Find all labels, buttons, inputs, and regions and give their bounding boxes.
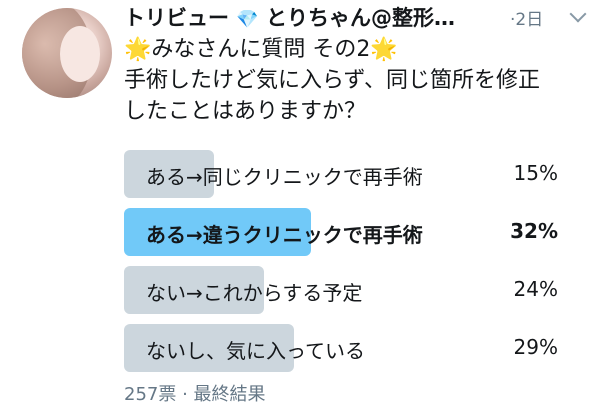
avatar-face (60, 26, 100, 82)
poll-option: ない→これからする予定 24% (124, 266, 574, 314)
poll-option-percent: 15% (513, 161, 558, 185)
poll-option-percent: 32% (510, 219, 558, 243)
tweet-header: トリビュー 💎 とりちゃん@整形… ·2日 (124, 2, 587, 32)
name-suffix: とりちゃん@整形… (266, 6, 456, 30)
gem-icon: 💎 (236, 9, 259, 30)
poll-meta: 257票 · 最終結果 (124, 384, 266, 405)
poll-option-label: ある→違うクリニックで再手術 (146, 223, 423, 247)
poll-option-label: ある→同じクリニックで再手術 (146, 165, 423, 189)
poll-option-percent: 29% (513, 335, 558, 359)
tweet-text: 🌟みなさんに質問 その2🌟 手術したけど気に入らず、同じ箇所を修正 したことはあ… (124, 34, 594, 127)
star-icon: 🌟 (370, 37, 398, 62)
poll-option-percent: 24% (513, 277, 558, 301)
poll-option: ないし、気に入っている 29% (124, 324, 574, 372)
question-line-1: 手術したけど気に入らず、同じ箇所を修正 (124, 68, 541, 93)
avatar[interactable] (22, 8, 112, 98)
question-line-2: したことはありますか？ (124, 99, 367, 124)
poll-option-label: ないし、気に入っている (146, 339, 365, 363)
name-prefix: トリビュー (124, 6, 229, 30)
star-icon: 🌟 (124, 37, 152, 62)
display-name[interactable]: トリビュー 💎 とりちゃん@整形… (124, 2, 510, 32)
poll: ある→同じクリニックで再手術 15% ある→違うクリニックで再手術 32% ない… (124, 150, 574, 382)
poll-option-label: ない→これからする予定 (146, 281, 363, 305)
chevron-down-icon[interactable] (569, 5, 587, 23)
question-title: みなさんに質問 その2 (151, 37, 371, 62)
poll-option: ある→違うクリニックで再手術 32% (124, 208, 574, 256)
poll-option: ある→同じクリニックで再手術 15% (124, 150, 574, 198)
timestamp[interactable]: ·2日 (510, 5, 543, 30)
